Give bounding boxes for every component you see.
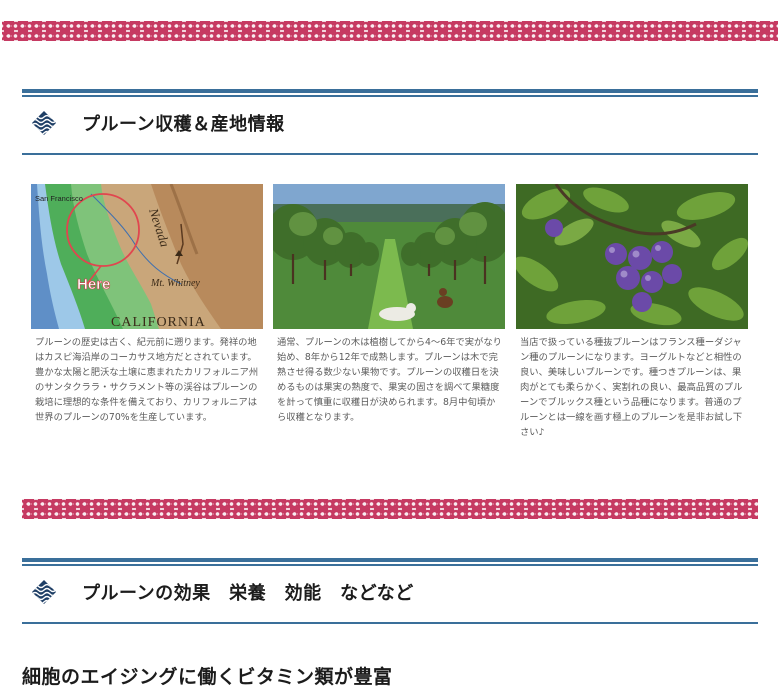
prune-orchard-image xyxy=(273,184,505,329)
map-label-city: San Francisco xyxy=(35,194,83,203)
section-title-harvest: プルーン収穫＆産地情報 xyxy=(82,114,285,135)
header-rule-top-thin xyxy=(22,95,758,97)
section-header-harvest: プルーン収穫＆産地情報 xyxy=(22,89,758,157)
map-label-peak: Mt. Whitney xyxy=(150,278,200,289)
map-label-state: CALIFORNIA xyxy=(111,315,206,329)
california-map-image: San Francisco Nevada Mt. Whitney Here CA… xyxy=(31,184,263,329)
section-header-effects: プルーンの効果 栄養 効能 などなど xyxy=(22,558,758,626)
card-text-history: プルーンの歴史は古く、紀元前に遡ります。発祥の地はカスピ海沿岸のコーカサス地方だ… xyxy=(35,337,259,423)
prunes-on-tree-image xyxy=(516,184,748,329)
header-rule-bottom xyxy=(22,622,758,624)
card-text-harvest: 通常、プルーンの木は植樹してから4〜6年で実がなり始め、8年から12年で成熟しま… xyxy=(277,337,502,423)
map-label-marker: Here xyxy=(77,276,110,293)
header-rule-top-thin xyxy=(22,564,758,566)
section-title-effects: プルーンの効果 栄養 効能 などなど xyxy=(82,583,414,604)
info-card-history: San Francisco Nevada Mt. Whitney Here CA… xyxy=(31,184,263,425)
decorative-pattern-band-middle xyxy=(22,499,758,519)
sub-heading-vitamins: 細胞のエイジングに働くビタミン類が豊富 xyxy=(22,666,393,688)
info-card-harvest: 通常、プルーンの木は植樹してから4〜6年で実がなり始め、8年から12年で成熟しま… xyxy=(273,184,505,425)
wave-diamond-icon xyxy=(32,580,56,604)
header-rule-top xyxy=(22,558,758,562)
header-rule-bottom xyxy=(22,153,758,155)
info-card-variety: 当店で扱っている種抜プルーンはフランス種ーダジャン種のプルーンになります。ヨーグ… xyxy=(516,184,748,440)
decorative-pattern-band-top xyxy=(2,21,778,41)
wave-diamond-icon xyxy=(32,111,56,135)
header-rule-top xyxy=(22,89,758,93)
card-text-variety: 当店で扱っている種抜プルーンはフランス種ーダジャン種のプルーンになります。ヨーグ… xyxy=(520,337,743,438)
